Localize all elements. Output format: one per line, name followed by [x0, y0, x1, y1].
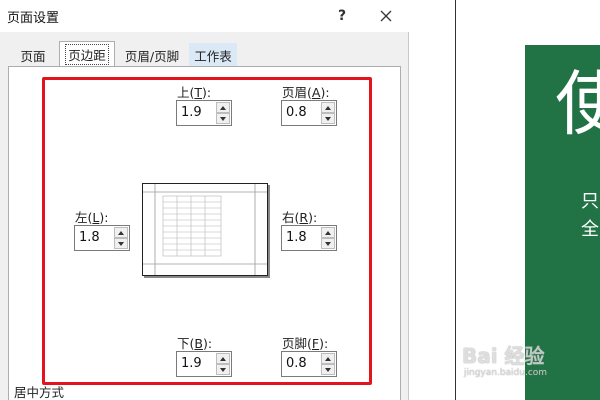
- banner-text-line-2: 全: [581, 219, 599, 240]
- header-margin-value[interactable]: 0.8: [286, 105, 307, 120]
- arrow-up-icon: [325, 105, 331, 110]
- dialog-title: 页面设置: [7, 11, 60, 26]
- right-margin-label: 右(R):: [282, 210, 318, 225]
- arrow-down-icon: [325, 241, 331, 246]
- right-margin-spinner[interactable]: 1.8: [281, 225, 337, 251]
- dialog-titlebar: 页面设置 ?: [0, 0, 409, 32]
- right-margin-down-button[interactable]: [321, 238, 335, 249]
- left-margin-label: 左(L):: [75, 210, 109, 225]
- right-margin-up-button[interactable]: [321, 227, 335, 238]
- arrow-up-icon: [325, 356, 331, 361]
- center-on-page-label: 居中方式: [14, 385, 65, 400]
- left-margin-value[interactable]: 1.8: [79, 230, 100, 245]
- top-margin-value[interactable]: 1.9: [181, 105, 202, 120]
- arrow-down-icon: [325, 116, 331, 121]
- baidu-jingyan-watermark: Bai 经验 jingyan.baidu.com: [462, 340, 600, 384]
- footer-margin-spinner[interactable]: 0.8: [281, 351, 337, 377]
- arrow-up-icon: [118, 230, 124, 235]
- header-margin-spinner[interactable]: 0.8: [281, 100, 337, 126]
- help-button[interactable]: ?: [328, 4, 356, 28]
- footer-margin-down-button[interactable]: [321, 364, 335, 375]
- header-margin-down-button[interactable]: [321, 113, 335, 124]
- top-margin-up-button[interactable]: [216, 102, 230, 113]
- arrow-down-icon: [325, 367, 331, 372]
- left-margin-spinner[interactable]: 1.8: [74, 225, 130, 251]
- bottom-margin-up-button[interactable]: [216, 353, 230, 364]
- footer-margin-label: 页脚(F):: [282, 336, 329, 351]
- footer-margin-value[interactable]: 0.8: [286, 356, 307, 371]
- footer-margin-up-button[interactable]: [321, 353, 335, 364]
- document-edge: [455, 0, 456, 400]
- bottom-margin-down-button[interactable]: [216, 364, 230, 375]
- tab-margins[interactable]: 页边距: [59, 41, 115, 67]
- bottom-margin-value[interactable]: 1.9: [181, 356, 202, 371]
- arrow-down-icon: [220, 116, 226, 121]
- header-margin-label: 页眉(A):: [282, 85, 330, 100]
- arrow-up-icon: [220, 105, 226, 110]
- arrow-down-icon: [118, 241, 124, 246]
- watermark-url: jingyan.baidu.com: [464, 368, 548, 378]
- page-preview: [142, 183, 268, 276]
- tab-page[interactable]: 页面: [8, 43, 58, 67]
- close-icon: [380, 10, 392, 22]
- tab-header-footer[interactable]: 页眉/页脚: [116, 43, 188, 67]
- close-button[interactable]: [372, 4, 400, 28]
- top-margin-spinner[interactable]: 1.9: [176, 100, 232, 126]
- banner-large-text: 使: [555, 63, 600, 145]
- tab-sheet[interactable]: 工作表: [189, 43, 237, 67]
- page-preview-graphic: [143, 184, 267, 275]
- arrow-down-icon: [220, 367, 226, 372]
- banner-text-line-1: 只: [581, 191, 599, 212]
- top-margin-down-button[interactable]: [216, 113, 230, 124]
- watermark-logo-text: Bai 经验: [462, 344, 545, 368]
- arrow-up-icon: [220, 356, 226, 361]
- bottom-margin-spinner[interactable]: 1.9: [176, 351, 232, 377]
- right-margin-value[interactable]: 1.8: [286, 230, 307, 245]
- page-setup-dialog: 页面设置 ? 页面 页边距 页眉/页脚 工作表 上(T): 1.9 页眉(A):…: [0, 0, 409, 400]
- left-margin-down-button[interactable]: [114, 238, 128, 249]
- bottom-margin-label: 下(B):: [177, 336, 213, 351]
- left-margin-up-button[interactable]: [114, 227, 128, 238]
- arrow-up-icon: [325, 230, 331, 235]
- header-margin-up-button[interactable]: [321, 102, 335, 113]
- top-margin-label: 上(T):: [177, 85, 212, 100]
